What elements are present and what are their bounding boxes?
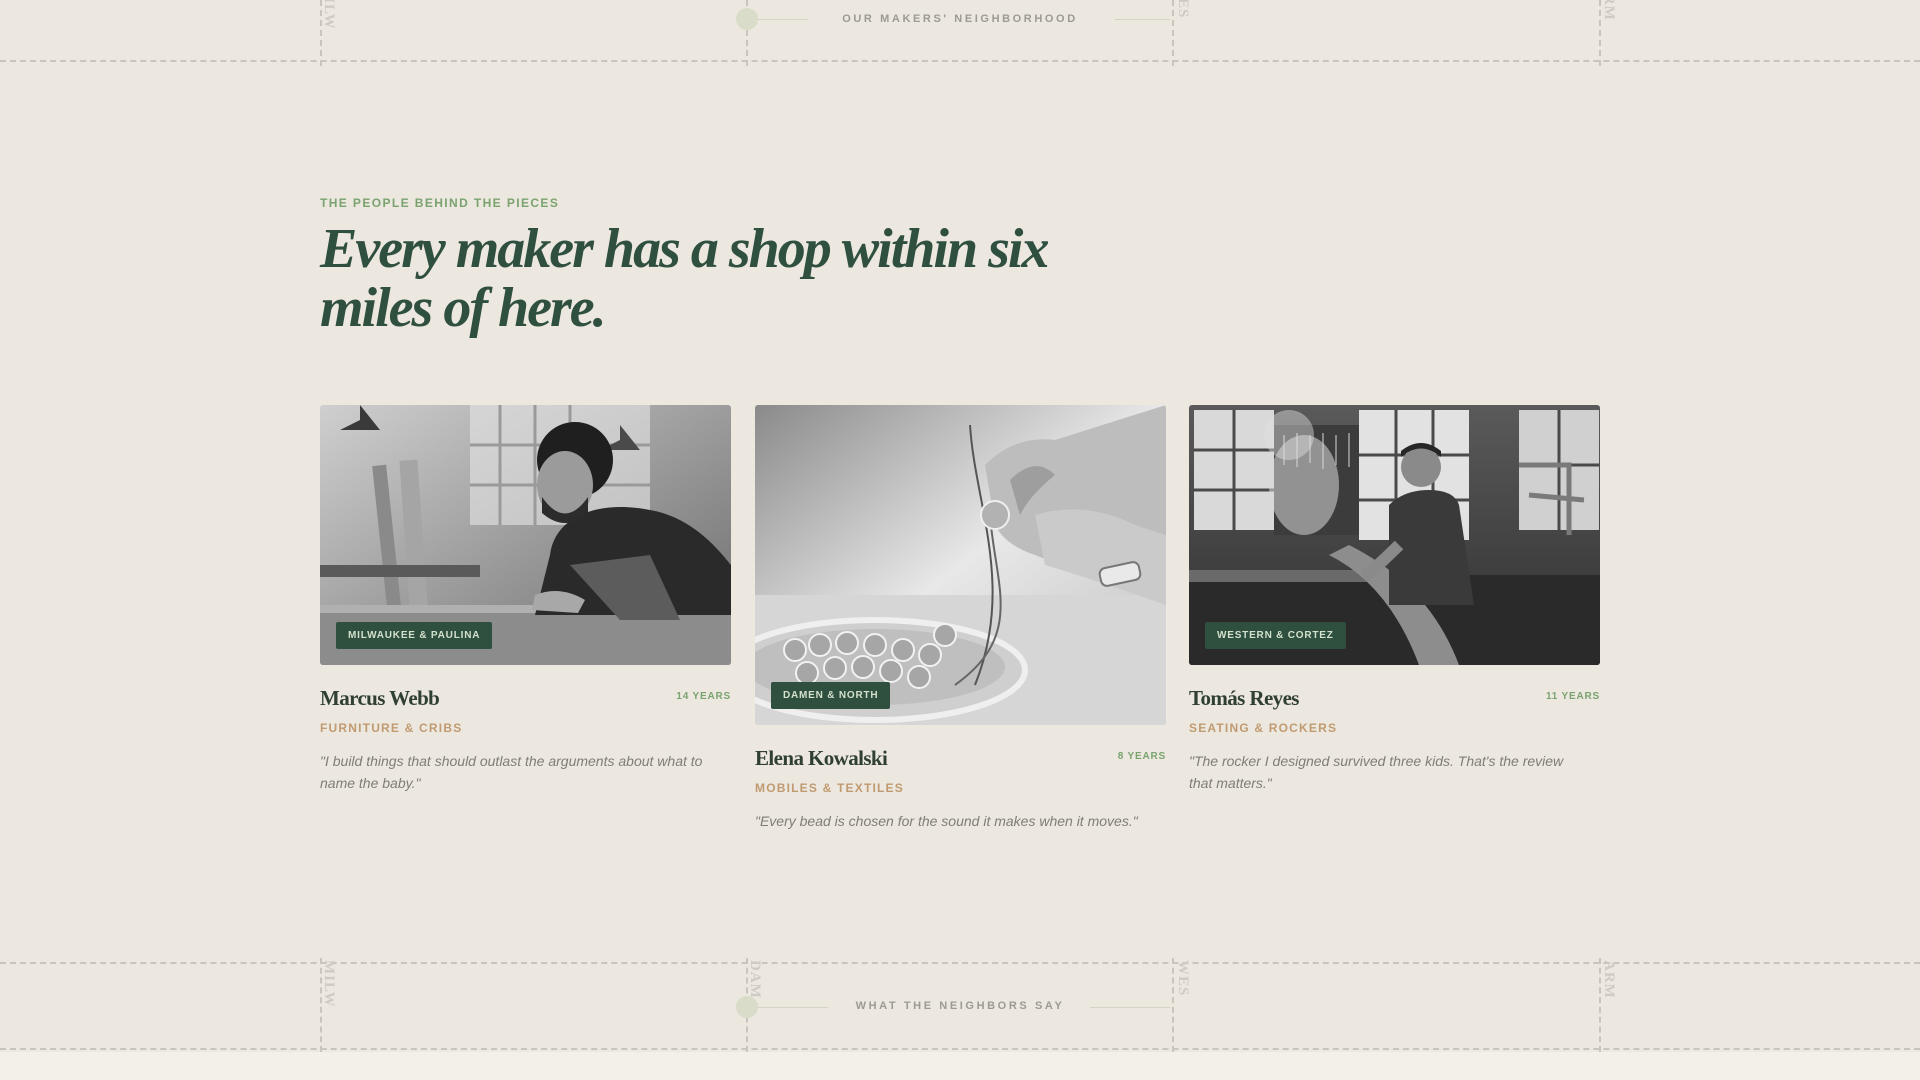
maker-card[interactable]: DAMEN & NORTH Elena Kowalski 8 YEARS MOB… [755,405,1166,835]
location-badge: WESTERN & CORTEZ [1205,622,1346,649]
maker-card[interactable]: WESTERN & CORTEZ Tomás Reyes 11 YEARS SE… [1189,405,1600,795]
years-badge: 14 YEARS [676,691,731,702]
years-badge: 11 YEARS [1545,691,1600,702]
maker-photo [755,405,1166,725]
location-badge: MILWAUKEE & PAULINA [336,622,493,649]
maker-quote: "Every bead is chosen for the sound it m… [755,813,1138,829]
craft-label: FURNITURE & CRIBS [320,721,463,735]
location-badge: DAMEN & NORTH [771,682,891,709]
maker-quote: "The rocker I designed survived three ki… [1189,753,1564,791]
craft-label: SEATING & ROCKERS [1189,721,1338,735]
years-badge: 8 YEARS [1117,751,1166,762]
street-line [0,962,1920,964]
maker-card[interactable]: MILWAUKEE & PAULINA Marcus Webb 14 YEARS… [320,405,731,795]
street-name: DAM [747,960,763,999]
neighborhood-map-band-bottom: MILW DAM WES ARM WHAT THE NEIGHBORS SAY [0,958,1920,1058]
street-name: ARM [1601,960,1617,999]
craft-label: MOBILES & TEXTILES [755,781,904,795]
maker-name: Marcus Webb [320,686,440,710]
footer-strip [0,1052,1920,1080]
band-label-bottom: WHAT THE NEIGHBORS SAY [855,1000,1065,1012]
maker-quote: "I build things that should outlast the … [320,753,703,791]
beading-photo-icon [755,405,1166,725]
maker-name: Tomás Reyes [1189,686,1299,710]
section-headline: Every maker has a shop within six miles … [320,218,1049,339]
street-line [0,1048,1920,1050]
neighborhood-map-band-top: MILW WES ARM OUR MAKERS' NEIGHBORHOOD [0,0,1920,70]
band-label-top: OUR MAKERS' NEIGHBORHOOD [842,13,1078,25]
maker-name: Elena Kowalski [755,746,888,770]
street-line [0,60,1920,62]
section-eyebrow: THE PEOPLE BEHIND THE PIECES [320,196,560,210]
street-name: WES [1175,960,1191,997]
